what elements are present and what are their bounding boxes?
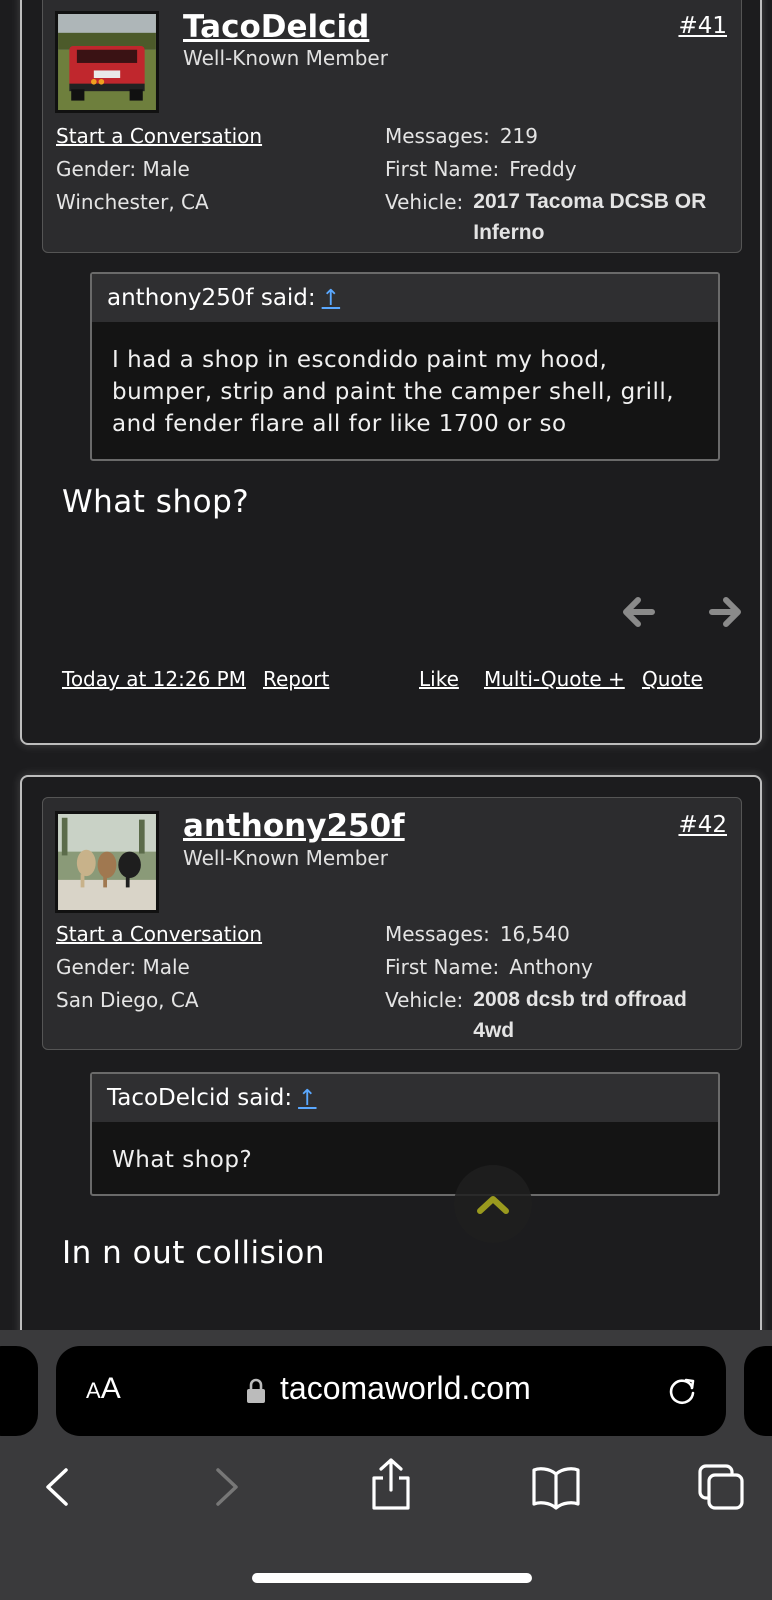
home-indicator[interactable] xyxy=(252,1573,532,1583)
gender-label: Gender: xyxy=(56,157,137,181)
quote-block: anthony250f said: ↑ I had a shop in escon… xyxy=(90,272,720,461)
user-avatar[interactable] xyxy=(55,11,159,113)
quote-header: TacoDelcid said: ↑ xyxy=(92,1074,718,1122)
user-details-right: Messages: 16,540 First Name: Anthony Vehic… xyxy=(385,918,730,1046)
address-bar[interactable]: AA tacomaworld.com xyxy=(56,1346,726,1436)
post-message: In n out collision xyxy=(62,1235,325,1271)
username-link[interactable]: TacoDelcid xyxy=(183,9,369,45)
quote-jump-link[interactable]: ↑ xyxy=(322,286,340,311)
arrow-right-icon[interactable] xyxy=(706,592,746,632)
user-info-panel: anthony250f Well-Known Member #42 Start … xyxy=(42,797,742,1050)
quote-header: anthony250f said: ↑ xyxy=(92,274,718,322)
forward-icon[interactable] xyxy=(200,1462,250,1512)
quote-author: anthony250f said: xyxy=(107,285,316,311)
quote-author: TacoDelcid said: xyxy=(107,1085,293,1111)
user-details-right: Messages: 219 First Name: Freddy Vehicle: 2… xyxy=(385,120,730,248)
user-title: Well-Known Member xyxy=(183,846,388,870)
vehicle-row: Vehicle: 2017 Tacoma DCSB OR Inferno xyxy=(385,186,730,248)
quote-text: I had a shop in escondido paint my hood,… xyxy=(112,347,675,437)
avatar-goats-image xyxy=(58,814,156,910)
location-value: Winchester, CA xyxy=(56,190,209,214)
like-link[interactable]: Like xyxy=(419,667,459,691)
tabs-icon[interactable] xyxy=(696,1462,746,1512)
post-42: anthony250f Well-Known Member #42 Start … xyxy=(20,775,762,1375)
first-name-value: Anthony xyxy=(509,955,593,979)
messages-value: 219 xyxy=(499,124,539,148)
gender-value: Male xyxy=(142,955,190,979)
post-footer: Today at 12:26 PM Report Like Multi-Quot… xyxy=(62,667,722,697)
gender-value: Male xyxy=(142,157,190,181)
timestamp-link[interactable]: Today at 12:26 PM xyxy=(62,667,246,691)
first-name-row: First Name: Freddy xyxy=(385,153,730,186)
post-number-link[interactable]: #41 xyxy=(678,13,727,39)
first-name-label: First Name: xyxy=(385,157,500,181)
user-avatar[interactable] xyxy=(55,811,159,913)
user-info-panel: TacoDelcid Well-Known Member #41 Start a… xyxy=(42,0,742,253)
messages-value: 16,540 xyxy=(499,922,570,946)
gender-row: Gender: Male xyxy=(56,951,262,984)
messages-label: Messages: xyxy=(385,922,490,946)
gender-row: Gender: Male xyxy=(56,153,262,186)
start-conversation-link[interactable]: Start a Conversation xyxy=(56,120,262,153)
chevron-up-icon xyxy=(477,1196,509,1214)
quote-jump-link[interactable]: ↑ xyxy=(298,1086,316,1111)
first-name-row: First Name: Anthony xyxy=(385,951,730,984)
messages-label: Messages: xyxy=(385,124,490,148)
user-title: Well-Known Member xyxy=(183,46,388,70)
start-conversation-link[interactable]: Start a Conversation xyxy=(56,918,262,951)
messages-row: Messages: 219 xyxy=(385,120,730,153)
share-icon[interactable] xyxy=(366,1456,416,1512)
quote-text: What shop? xyxy=(112,1147,253,1173)
user-details-left: Start a Conversation Gender: Male San Di… xyxy=(56,918,262,1017)
post-41: TacoDelcid Well-Known Member #41 Start a… xyxy=(20,0,762,745)
lock-icon xyxy=(247,1378,265,1403)
reload-icon[interactable] xyxy=(664,1373,700,1409)
arrow-left-icon[interactable] xyxy=(618,592,658,632)
vehicle-value: 2017 Tacoma DCSB OR Inferno xyxy=(473,190,707,244)
vehicle-row: Vehicle: 2008 dcsb trd offroad 4wd xyxy=(385,984,730,1046)
vehicle-value: 2008 dcsb trd offroad 4wd xyxy=(473,988,687,1042)
first-name-label: First Name: xyxy=(385,955,500,979)
username-link[interactable]: anthony250f xyxy=(183,808,405,844)
user-details-left: Start a Conversation Gender: Male Winche… xyxy=(56,120,262,219)
browser-toolbar: AA tacomaworld.com xyxy=(0,1330,772,1600)
scroll-to-top-button[interactable] xyxy=(454,1165,532,1243)
book-icon[interactable] xyxy=(531,1462,581,1512)
gender-label: Gender: xyxy=(56,955,137,979)
post-number-link[interactable]: #42 xyxy=(678,812,727,838)
vehicle-label: Vehicle: xyxy=(385,190,464,214)
url-text[interactable]: tacomaworld.com xyxy=(280,1370,531,1407)
report-link[interactable]: Report xyxy=(263,667,329,691)
quote-link[interactable]: Quote xyxy=(642,667,703,691)
location-value: San Diego, CA xyxy=(56,988,199,1012)
first-name-value: Freddy xyxy=(509,157,577,181)
next-tab-pill[interactable] xyxy=(744,1346,772,1436)
post-message: What shop? xyxy=(62,484,250,520)
post-nav-arrows xyxy=(594,592,754,632)
text-size-button[interactable]: AA xyxy=(86,1372,121,1406)
avatar-truck-image xyxy=(58,14,156,110)
multi-quote-link[interactable]: Multi-Quote + xyxy=(484,667,625,691)
vehicle-label: Vehicle: xyxy=(385,988,464,1012)
previous-tab-pill[interactable] xyxy=(0,1346,38,1436)
back-icon[interactable] xyxy=(34,1462,84,1512)
messages-row: Messages: 16,540 xyxy=(385,918,730,951)
quote-block: TacoDelcid said: ↑ What shop? xyxy=(90,1072,720,1196)
